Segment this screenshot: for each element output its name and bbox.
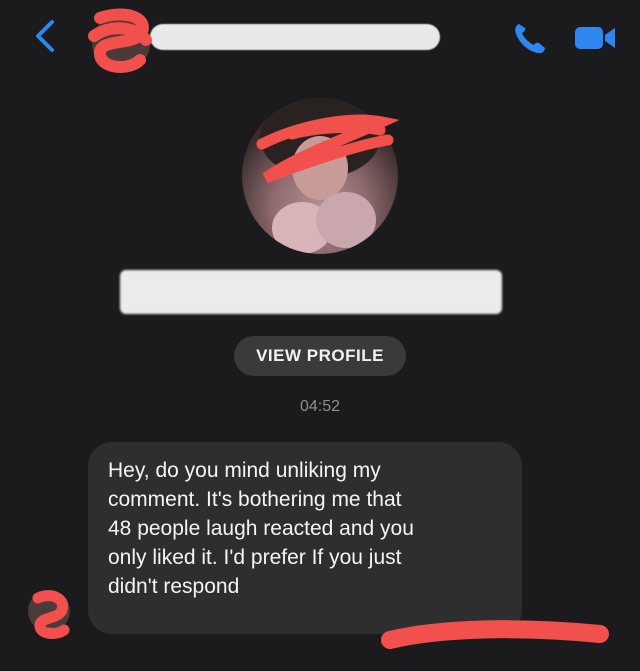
view-profile-button[interactable]: VIEW PROFILE <box>234 336 406 376</box>
back-button[interactable] <box>30 18 62 54</box>
message-timestamp: 04:52 <box>299 398 341 415</box>
video-call-button[interactable] <box>572 22 618 54</box>
chevron-left-icon <box>36 20 54 52</box>
chat-header <box>0 0 640 80</box>
contact-avatar[interactable] <box>92 14 150 72</box>
profile-name-redacted <box>120 270 502 314</box>
chat-screen: VIEW PROFILE 04:52 Hey, do you mind unli… <box>0 0 640 671</box>
phone-icon <box>515 24 545 54</box>
profile-photo[interactable] <box>242 98 398 254</box>
view-profile-label: VIEW PROFILE <box>256 346 384 365</box>
message-bubble[interactable]: Hey, do you mind unliking my comment. It… <box>88 442 522 634</box>
redaction-scribble <box>381 620 609 649</box>
contact-name-redacted <box>150 24 440 50</box>
message-text: Hey, do you mind unliking my comment. It… <box>108 459 414 598</box>
sender-avatar[interactable] <box>28 590 70 632</box>
video-camera-icon <box>575 27 615 49</box>
call-button[interactable] <box>510 20 550 56</box>
profile-photo-shape <box>260 98 380 254</box>
